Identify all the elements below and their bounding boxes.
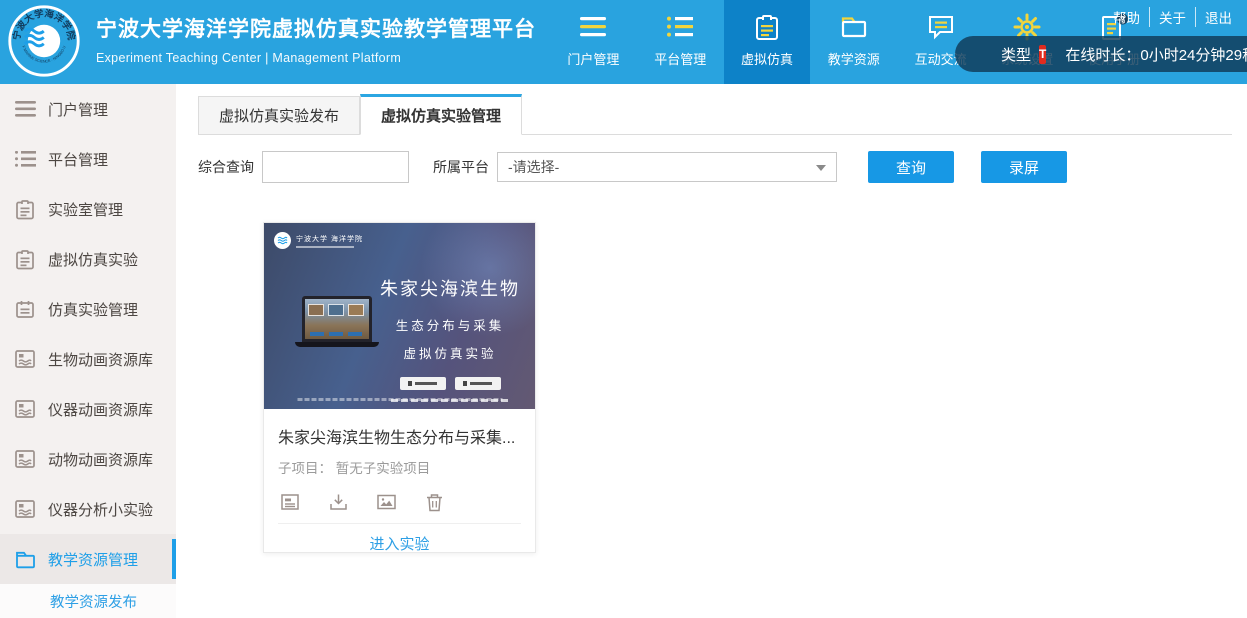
sidebar: 门户管理 平台管理 实验室管理 虚拟仿真实验 仿真实验管理 生物动画资源库 仪器…	[0, 84, 176, 618]
card-footer: 进入实验	[278, 523, 521, 562]
cover-logo: 宁波大学 海洋学院	[274, 232, 363, 249]
media-icon	[14, 498, 36, 520]
online-duration: 在线时长：0小时24分钟29秒	[1065, 44, 1247, 65]
type-badge: T	[1039, 45, 1046, 64]
clipboard-icon	[14, 198, 36, 220]
record-screen-button[interactable]: 录屏	[981, 151, 1067, 183]
image-icon[interactable]	[377, 492, 396, 512]
platform-label: 所属平台	[433, 157, 489, 177]
cover-title-block: 朱家尖海滨生物 生态分布与采集 虚拟仿真实验	[370, 275, 530, 402]
cover-title-line3: 虚拟仿真实验	[370, 343, 530, 362]
board-icon	[14, 298, 36, 320]
experiment-subtitle: 子项目： 暂无子实验项目	[278, 457, 521, 477]
clipboard-icon	[14, 248, 36, 270]
media-icon	[14, 348, 36, 370]
folder-icon	[14, 548, 36, 570]
logout-link[interactable]: 退出	[1195, 7, 1241, 27]
page-subtitle: Experiment Teaching Center | Management …	[96, 51, 536, 65]
query-input[interactable]	[262, 151, 409, 183]
app-root: 宁波大学海洋学院 SCHOOL OF MARINE SCIENCE · NING…	[0, 0, 1247, 618]
experiment-cover-image[interactable]: 宁波大学 海洋学院 朱家尖海滨生物 生态分布与采集	[264, 223, 535, 409]
sidebar-item-bio-animation-library[interactable]: 生物动画资源库	[0, 334, 176, 384]
clipboard-icon	[753, 11, 781, 43]
sidebar-item-animal-animation-library[interactable]: 动物动画资源库	[0, 434, 176, 484]
enter-experiment-link[interactable]: 进入实验	[369, 533, 429, 554]
waves-icon	[274, 232, 291, 249]
sidebar-item-teaching-resource-management[interactable]: 教学资源管理	[0, 534, 176, 584]
download-icon[interactable]	[329, 492, 348, 512]
sidebar-subitem-teaching-resource-publish[interactable]: 教学资源发布	[0, 584, 176, 618]
main-content: 虚拟仿真实验发布 虚拟仿真实验管理 综合查询 所属平台 -请选择- 查询 录屏	[176, 84, 1247, 618]
cover-title-line1: 朱家尖海滨生物	[370, 275, 530, 301]
nav-item-portal[interactable]: 门户管理	[550, 0, 637, 84]
experiment-title: 朱家尖海滨生物生态分布与采集...	[278, 424, 521, 448]
media-icon	[14, 448, 36, 470]
tab-bar: 虚拟仿真实验发布 虚拟仿真实验管理	[198, 94, 1232, 135]
filter-row: 综合查询 所属平台 -请选择- 查询 录屏	[198, 151, 1067, 183]
cover-copyright-line	[297, 398, 502, 401]
sidebar-item-sim-experiment-management[interactable]: 仿真实验管理	[0, 284, 176, 334]
cover-button	[400, 377, 446, 390]
folder-icon	[840, 11, 868, 43]
tab-virtual-sim-publish[interactable]: 虚拟仿真实验发布	[198, 96, 360, 134]
query-label: 综合查询	[198, 157, 254, 177]
sidebar-item-virtual-sim-experiment[interactable]: 虚拟仿真实验	[0, 234, 176, 284]
cover-title-line2: 生态分布与采集	[370, 315, 530, 334]
query-button[interactable]: 查询	[868, 151, 954, 183]
list-icon	[665, 11, 695, 43]
list-icon	[14, 148, 36, 170]
sidebar-item-lab-management[interactable]: 实验室管理	[0, 184, 176, 234]
nav-item-virtual-sim[interactable]: 虚拟仿真	[724, 0, 811, 84]
sidebar-item-platform[interactable]: 平台管理	[0, 134, 176, 184]
cover-logo-subline	[296, 246, 354, 248]
card-actions	[278, 492, 521, 512]
menu-icon	[14, 98, 36, 120]
card-body: 朱家尖海滨生物生态分布与采集... 子项目： 暂无子实验项目	[264, 409, 535, 562]
tab-virtual-sim-management[interactable]: 虚拟仿真实验管理	[360, 94, 522, 135]
platform-select[interactable]: -请选择-	[497, 152, 837, 182]
media-icon	[14, 398, 36, 420]
nav-item-teaching-resources[interactable]: 教学资源	[810, 0, 897, 84]
session-tooltip: 类型 T 在线时长：0小时24分钟29秒	[955, 36, 1247, 72]
sidebar-item-portal[interactable]: 门户管理	[0, 84, 176, 134]
delete-icon[interactable]	[425, 492, 444, 512]
page-title: 宁波大学海洋学院虚拟仿真实验教学管理平台	[96, 13, 536, 43]
type-label: 类型	[1001, 44, 1031, 65]
chevron-down-icon	[816, 165, 826, 171]
nav-item-platform[interactable]: 平台管理	[637, 0, 724, 84]
app-header: 宁波大学海洋学院 SCHOOL OF MARINE SCIENCE · NING…	[0, 0, 1247, 84]
experiment-card: 宁波大学 海洋学院 朱家尖海滨生物 生态分布与采集	[263, 222, 536, 553]
header-links: 帮助 关于 退出	[1104, 7, 1241, 27]
sidebar-item-instrument-animation-library[interactable]: 仪器动画资源库	[0, 384, 176, 434]
about-link[interactable]: 关于	[1149, 7, 1195, 27]
cover-button	[455, 377, 501, 390]
menu-icon	[578, 11, 608, 43]
sidebar-item-instrument-analysis-experiment[interactable]: 仪器分析小实验	[0, 484, 176, 534]
cover-buttons	[370, 377, 530, 390]
help-link[interactable]: 帮助	[1104, 7, 1149, 27]
university-logo: 宁波大学海洋学院 SCHOOL OF MARINE SCIENCE · NING…	[8, 5, 80, 77]
title-block: 宁波大学海洋学院虚拟仿真实验教学管理平台 Experiment Teaching…	[96, 13, 536, 65]
detail-icon[interactable]	[281, 492, 300, 512]
chat-icon	[927, 11, 955, 43]
